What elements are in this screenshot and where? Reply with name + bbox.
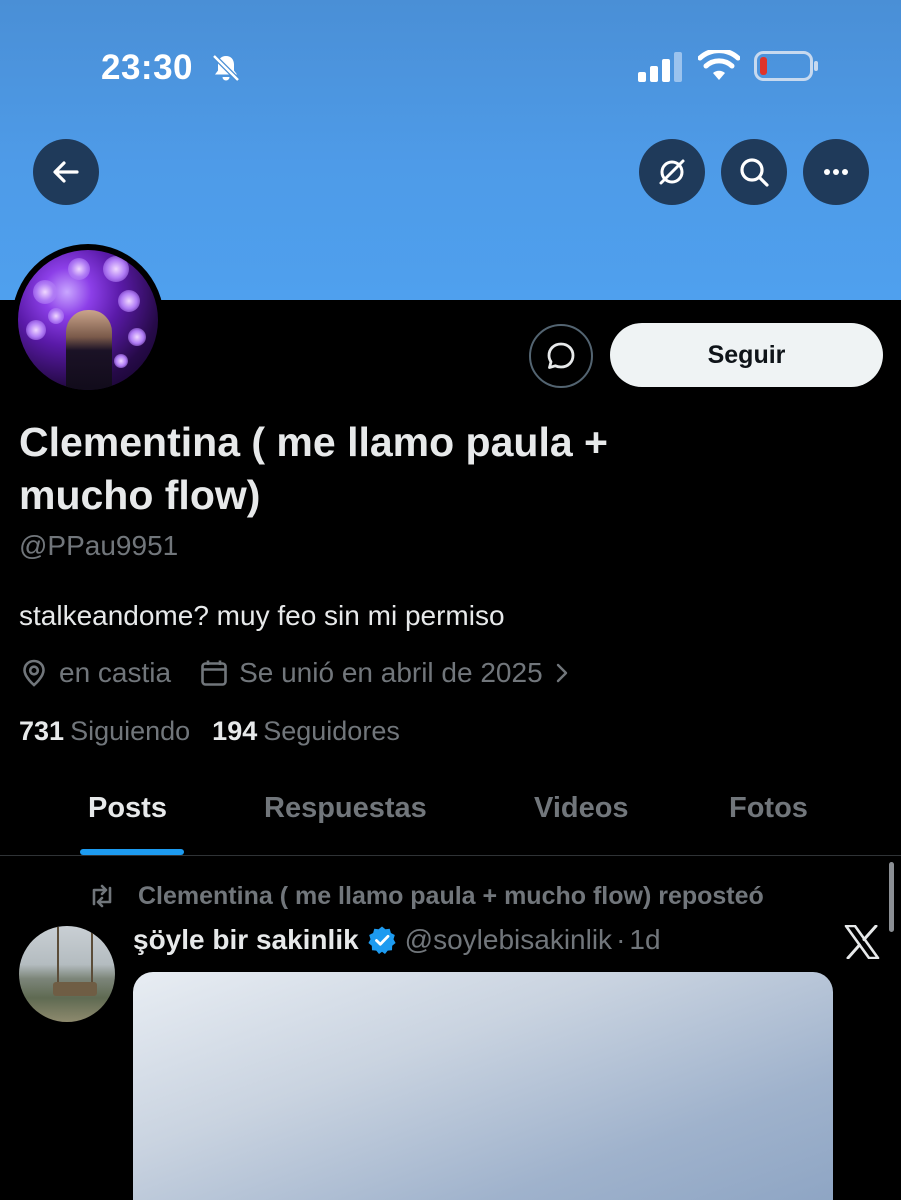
- back-button[interactable]: [33, 139, 99, 205]
- repost-indicator[interactable]: Clementina ( me llamo paula + mucho flow…: [86, 880, 764, 912]
- following-link[interactable]: 731 Siguiendo: [19, 716, 190, 747]
- profile-location: en castia: [59, 657, 172, 688]
- more-icon: [824, 169, 848, 175]
- tab-videos[interactable]: Videos: [534, 792, 629, 825]
- following-count: 731: [19, 716, 65, 746]
- repost-icon: [92, 884, 112, 908]
- verified-badge-icon: [368, 926, 396, 954]
- search-button[interactable]: [721, 139, 787, 205]
- message-button[interactable]: [529, 324, 593, 388]
- profile-avatar[interactable]: [12, 244, 164, 396]
- followers-link[interactable]: 194 Seguidores: [212, 716, 400, 747]
- display-name: Clementina ( me llamo paula + mucho flow…: [19, 419, 608, 518]
- message-icon: [547, 342, 575, 369]
- scrollbar[interactable]: [889, 862, 894, 932]
- tab-posts[interactable]: Posts: [88, 792, 167, 825]
- repost-text: Clementina ( me llamo paula + mucho flow…: [138, 881, 764, 910]
- status-time: 23:30: [101, 48, 194, 87]
- followers-count: 194: [212, 716, 258, 746]
- post-timestamp: 1d: [629, 924, 661, 955]
- location-pin-icon: [23, 659, 45, 687]
- calendar-icon: [201, 660, 227, 686]
- post-author-name[interactable]: şöyle bir sakinlik: [133, 924, 359, 956]
- post-separator: ·: [616, 924, 626, 955]
- follow-stats: 731 Siguiendo 194 Seguidores: [19, 716, 400, 747]
- battery-low-icon: [754, 51, 818, 81]
- avatar-image: [18, 250, 158, 390]
- profile-handle: @PPau9951: [19, 530, 179, 561]
- post-author-avatar[interactable]: [19, 926, 115, 1022]
- post-header: şöyle bir sakinlik @soylebisakinlik · 1d: [133, 924, 661, 956]
- search-icon: [740, 158, 769, 187]
- x-logo-icon: [844, 925, 880, 959]
- profile-tabs: Posts Respuestas Videos Fotos: [0, 760, 901, 856]
- profile-bio: stalkeandome? muy feo sin mi permiso: [19, 600, 505, 631]
- arrow-left-icon: [53, 161, 79, 183]
- cellular-signal-icon: [638, 52, 682, 82]
- tab-fotos[interactable]: Fotos: [729, 792, 808, 825]
- more-button[interactable]: [803, 139, 869, 205]
- follow-button[interactable]: Seguir: [610, 323, 883, 387]
- profile-meta: en castia Se unió en abril de 2025: [19, 655, 573, 691]
- bell-off-icon: [212, 54, 240, 82]
- chevron-right-icon[interactable]: [551, 662, 573, 684]
- following-label: Siguiendo: [70, 716, 191, 746]
- wifi-icon: [698, 50, 740, 80]
- active-tab-indicator: [80, 849, 184, 855]
- grok-button[interactable]: [639, 139, 705, 205]
- post-media-image[interactable]: [133, 972, 833, 1200]
- tab-respuestas[interactable]: Respuestas: [264, 792, 427, 825]
- followers-label: Seguidores: [263, 716, 400, 746]
- post-author-handle: @soylebisakinlik: [404, 924, 613, 955]
- grok-icon: [659, 159, 685, 185]
- profile-joined-date[interactable]: Se unió en abril de 2025: [239, 657, 543, 689]
